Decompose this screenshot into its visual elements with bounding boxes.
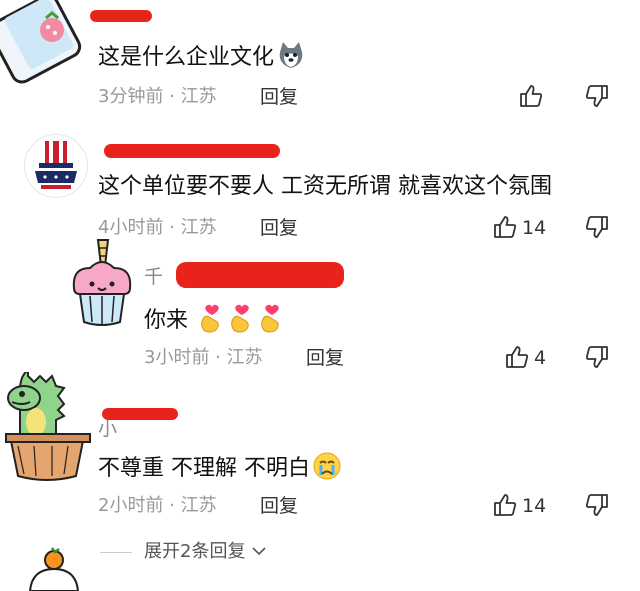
- thumbs-down-icon[interactable]: [584, 214, 610, 240]
- comment-section: 这是什么企业文化 3分钟前 · 江苏 回复 这个单位要不要人 工资无所谓 就喜欢…: [0, 0, 640, 591]
- crying-face-icon: [312, 451, 342, 490]
- username[interactable]: 千: [144, 264, 163, 290]
- comment-meta: 3分钟前 · 江苏: [98, 86, 217, 107]
- avatar[interactable]: [24, 546, 84, 591]
- chevron-down-icon: [252, 547, 266, 556]
- redacted-username: [104, 144, 280, 158]
- like-count: 14: [522, 217, 547, 239]
- thumbs-up-icon[interactable]: [492, 492, 518, 518]
- comment-text: 你来: [144, 303, 285, 342]
- thumbs-up-icon[interactable]: [504, 344, 530, 370]
- avatar[interactable]: [24, 134, 88, 198]
- comment-text: 这个单位要不要人 工资无所谓 就喜欢这个氛围: [98, 174, 552, 199]
- redacted-username: [176, 262, 344, 288]
- reply-button[interactable]: 回复: [260, 493, 298, 519]
- thumbs-up-icon[interactable]: [518, 83, 544, 109]
- redacted-username: [90, 10, 152, 22]
- like-count: 4: [534, 347, 547, 369]
- thumbs-down-icon[interactable]: [584, 344, 610, 370]
- reply-button[interactable]: 回复: [306, 345, 344, 371]
- comment-meta: 3小时前 · 江苏: [144, 347, 263, 368]
- avatar[interactable]: [0, 0, 88, 84]
- avatar[interactable]: [68, 236, 136, 330]
- thumbs-down-icon[interactable]: [584, 492, 610, 518]
- redacted-username: [102, 408, 178, 420]
- like-count: 14: [522, 495, 547, 517]
- finger-heart-icon: [227, 303, 255, 342]
- comment-text: 不尊重 不理解 不明白: [98, 451, 342, 490]
- finger-heart-icon: [257, 303, 285, 342]
- avatar[interactable]: [2, 372, 94, 482]
- thumbs-up-icon[interactable]: [492, 214, 518, 240]
- reply-button[interactable]: 回复: [260, 215, 298, 241]
- comment-meta: 2小时前 · 江苏: [98, 495, 217, 516]
- reply-button[interactable]: 回复: [260, 84, 298, 110]
- divider: [100, 552, 132, 553]
- expand-replies-button[interactable]: 展开2条回复: [144, 539, 267, 565]
- thumbs-down-icon[interactable]: [584, 83, 610, 109]
- finger-heart-icon: [197, 303, 225, 342]
- husky-emoji-icon: [276, 40, 306, 79]
- comment-text: 这是什么企业文化: [98, 40, 306, 79]
